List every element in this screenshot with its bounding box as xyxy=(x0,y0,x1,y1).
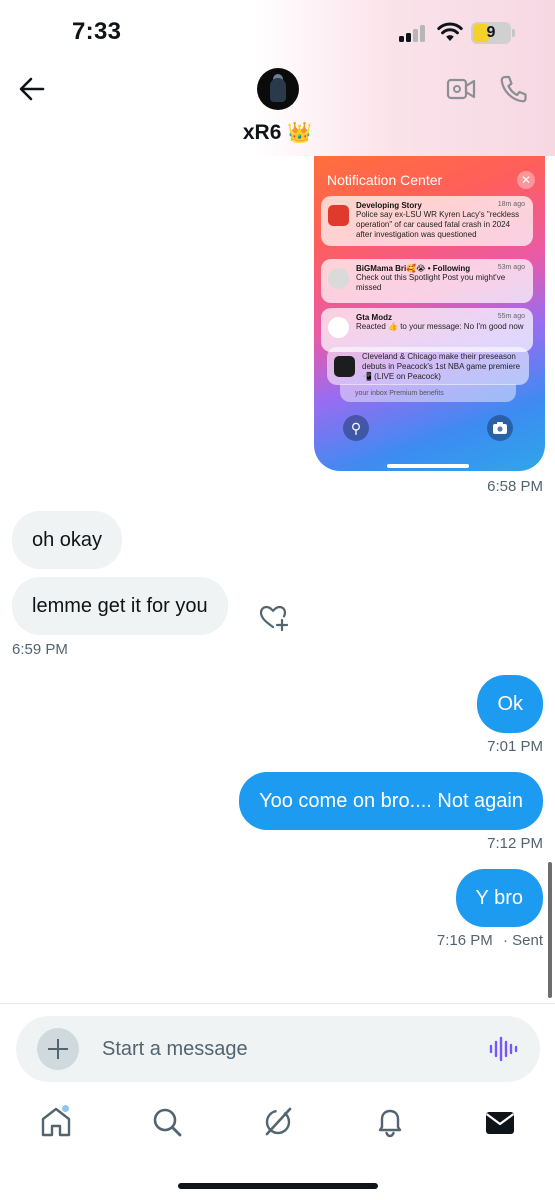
notification-body: Cleveland & Chicago make their preseason… xyxy=(362,352,521,381)
message-composer xyxy=(16,1016,540,1082)
message-timestamp: 7:12 PM xyxy=(487,835,543,852)
notification-body: Check out this Spotlight Post you might'… xyxy=(356,273,506,292)
notification-time: 18m ago xyxy=(497,201,525,208)
scrollbar[interactable] xyxy=(548,862,552,998)
message-input[interactable] xyxy=(102,1034,462,1064)
notification-body: Reacted 👍 to your message: No I'm good n… xyxy=(356,322,524,331)
back-arrow-icon[interactable] xyxy=(16,74,50,104)
snapchat-avatar-icon xyxy=(328,268,349,289)
nba-app-icon xyxy=(334,356,355,377)
contact-name[interactable]: xR6 👑 xyxy=(0,120,555,145)
shared-screenshot-image[interactable]: Notification Center ✕ Developing Story 1… xyxy=(314,156,545,471)
sent-status: · Sent xyxy=(502,932,543,949)
messenger-icon xyxy=(328,317,349,338)
add-reaction-heart-icon[interactable] xyxy=(258,603,290,633)
message-bubble-outgoing[interactable]: Yoo come on bro.... Not again xyxy=(239,772,543,830)
notification-card: Gta Modz 55m ago Reacted 👍 to your messa… xyxy=(321,308,533,352)
add-media-button[interactable] xyxy=(37,1028,79,1070)
battery-icon: 9 xyxy=(471,22,515,44)
notification-peek-text: your inbox Premium benefits xyxy=(355,390,444,397)
avatar[interactable] xyxy=(257,68,299,110)
home-indicator-bar xyxy=(387,464,469,468)
notification-card: Developing Story 18m ago Police say ex-L… xyxy=(321,196,533,246)
contact-name-text: xR6 xyxy=(242,121,282,144)
notification-body: Police say ex-LSU WR Kyren Lacy's "reckl… xyxy=(356,210,520,239)
status-time: 7:33 xyxy=(72,18,122,45)
notification-dot xyxy=(61,1104,70,1113)
message-bubble-incoming[interactable]: oh okay xyxy=(12,511,123,569)
notification-time: 53m ago xyxy=(497,264,525,271)
close-icon: ✕ xyxy=(517,171,535,189)
search-icon[interactable] xyxy=(149,1104,185,1140)
notification-card-peek: your inbox Premium benefits xyxy=(340,384,516,402)
espn-app-icon xyxy=(328,205,349,226)
voice-message-icon[interactable] xyxy=(488,1036,518,1062)
grok-icon[interactable] xyxy=(260,1104,296,1140)
battery-level: 9 xyxy=(486,24,496,41)
mail-icon[interactable] xyxy=(482,1104,518,1140)
notification-card: BiGMama Bri🥰😭 • Following 53m ago Check … xyxy=(321,259,533,303)
message-bubble-incoming[interactable]: lemme get it for you xyxy=(12,577,228,635)
home-indicator xyxy=(178,1183,378,1189)
message-status-line: 7:16 PM · Sent xyxy=(437,932,543,949)
message-timestamp: 7:16 PM xyxy=(436,932,493,949)
crown-emoji: 👑 xyxy=(287,122,313,144)
flashlight-icon: ⚲ xyxy=(343,415,369,441)
divider xyxy=(0,1003,555,1004)
message-bubble-outgoing[interactable]: Ok xyxy=(477,675,543,733)
notification-card: Cleveland & Chicago make their preseason… xyxy=(327,347,529,385)
message-timestamp: 7:01 PM xyxy=(487,738,543,755)
phone-icon[interactable] xyxy=(499,74,527,104)
message-bubble-outgoing[interactable]: Y bro xyxy=(455,869,543,927)
notification-center-title: Notification Center xyxy=(327,172,443,188)
status-bar: 7:33 9 xyxy=(0,0,555,62)
notification-time: 55m ago xyxy=(497,313,525,320)
camera-icon xyxy=(487,415,513,441)
bell-icon[interactable] xyxy=(372,1104,408,1140)
message-timestamp: 6:58 PM xyxy=(487,478,543,495)
message-timestamp: 6:59 PM xyxy=(12,641,68,658)
video-call-icon[interactable] xyxy=(446,76,476,102)
wifi-icon xyxy=(437,22,463,41)
cellular-signal-icon xyxy=(399,24,429,42)
